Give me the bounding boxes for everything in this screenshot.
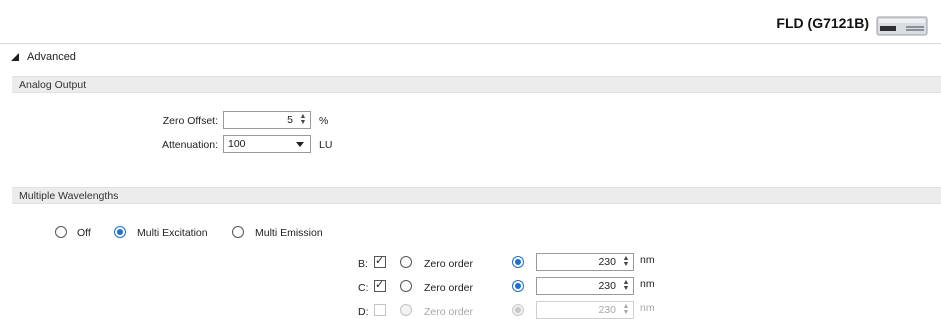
analog-output-title: Analog Output	[19, 79, 87, 91]
mode-multi-excitation-radio[interactable]	[114, 226, 126, 238]
channel-c-unit: nm	[640, 278, 655, 290]
channel-c-label: C:	[358, 282, 369, 294]
zero-offset-label: Zero Offset:	[162, 115, 218, 127]
device-module-icon	[876, 16, 928, 36]
checkmark-icon: ✓	[375, 255, 385, 267]
channel-b-zero-order-label: Zero order	[424, 258, 474, 270]
channel-d-wavelength-spinbox: 230 ▲ ▼	[536, 301, 634, 319]
spin-arrows-icon[interactable]: ▲ ▼	[622, 279, 630, 292]
channel-b-wavelength-value[interactable]: 230	[598, 256, 616, 268]
channel-b-wavelength-radio[interactable]	[512, 256, 524, 268]
channel-b-zero-order-radio[interactable]	[400, 256, 412, 268]
channel-c-wavelength-spinbox[interactable]: 230 ▲ ▼	[536, 277, 634, 295]
checkmark-icon: ✓	[375, 279, 385, 291]
channel-d-checkbox[interactable]	[374, 304, 386, 316]
mode-off-label: Off	[77, 227, 91, 239]
mode-multi-excitation-label: Multi Excitation	[137, 227, 208, 239]
header: FLD (G7121B)	[0, 0, 941, 44]
zero-offset-value[interactable]: 5	[287, 114, 293, 126]
zero-offset-unit: %	[319, 115, 329, 127]
channel-d-label: D:	[358, 306, 369, 318]
channel-d-unit: nm	[640, 302, 655, 314]
spin-arrows-icon[interactable]: ▲ ▼	[622, 255, 630, 268]
spin-arrows-icon[interactable]: ▲ ▼	[299, 113, 307, 126]
attenuation-value[interactable]: 100	[228, 138, 246, 150]
chevron-down-icon[interactable]	[296, 142, 304, 147]
channel-c-checkbox[interactable]: ✓	[374, 279, 386, 292]
channel-d-wavelength-value: 230	[598, 304, 616, 316]
mode-multi-emission-radio[interactable]	[232, 226, 244, 238]
multiple-wavelengths-title: Multiple Wavelengths	[19, 190, 119, 202]
channel-c-wavelength-radio[interactable]	[512, 280, 524, 292]
device-title: FLD (G7121B)	[776, 15, 869, 31]
attenuation-label: Attenuation:	[161, 139, 218, 151]
attenuation-unit: LU	[319, 139, 333, 151]
analog-output-section-header: Analog Output	[12, 76, 941, 93]
advanced-label: Advanced	[27, 51, 76, 63]
channel-b-checkbox[interactable]: ✓	[374, 255, 386, 268]
attenuation-select[interactable]: 100	[223, 135, 311, 153]
expand-triangle-icon[interactable]	[11, 53, 19, 61]
channel-b-unit: nm	[640, 254, 655, 266]
spin-arrows-icon: ▲ ▼	[622, 303, 630, 316]
channel-d-wavelength-radio	[512, 304, 524, 316]
advanced-expander[interactable]: Advanced	[0, 46, 941, 68]
channel-b-wavelength-spinbox[interactable]: 230 ▲ ▼	[536, 253, 634, 271]
zero-offset-spinbox[interactable]: 5 ▲ ▼	[223, 111, 311, 129]
multiple-wavelengths-section-header: Multiple Wavelengths	[12, 187, 941, 204]
channel-c-wavelength-value[interactable]: 230	[598, 280, 616, 292]
channel-d-zero-order-label: Zero order	[424, 306, 474, 318]
channel-b-label: B:	[358, 258, 368, 270]
mode-multi-emission-label: Multi Emission	[255, 227, 323, 239]
mode-off-radio[interactable]	[55, 226, 67, 238]
channel-c-zero-order-radio[interactable]	[400, 280, 412, 292]
channel-c-zero-order-label: Zero order	[424, 282, 474, 294]
channel-d-zero-order-radio	[400, 304, 412, 316]
